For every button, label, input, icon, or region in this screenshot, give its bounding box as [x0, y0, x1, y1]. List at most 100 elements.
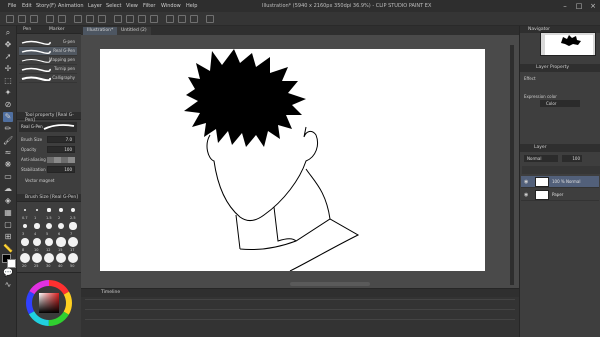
maximize-icon[interactable]: □	[574, 2, 584, 10]
anti-aliasing-selector[interactable]	[47, 157, 75, 163]
eraser-icon[interactable]: ▭	[3, 172, 13, 182]
opacity-field[interactable]: 100	[47, 146, 75, 153]
brush-size-dot[interactable]	[22, 223, 28, 229]
fill-icon[interactable]	[98, 15, 106, 23]
clear-icon[interactable]	[74, 15, 82, 23]
decoration-icon[interactable]: ❋	[3, 160, 13, 170]
navigator-preview[interactable]	[540, 32, 596, 56]
transform-icon[interactable]	[114, 15, 122, 23]
opacity-row[interactable]: Opacity 100	[19, 146, 79, 154]
vector-magnet-row[interactable]: Vector magnet	[19, 177, 79, 185]
deselect-icon[interactable]	[126, 15, 134, 23]
brush-item[interactable]: Turnip pen	[19, 65, 77, 74]
brush-item[interactable]: Real G-Pen	[19, 47, 77, 56]
brush-size-dot[interactable]	[44, 253, 54, 263]
menu-select[interactable]: Select	[106, 3, 121, 9]
menu-help[interactable]: Help	[186, 3, 197, 9]
anti-aliasing-row[interactable]: Anti-aliasing	[19, 156, 79, 164]
brush-size-dot[interactable]	[24, 209, 26, 211]
menu-animation[interactable]: Animation	[58, 3, 84, 9]
clear-outside-icon[interactable]	[86, 15, 94, 23]
brush-size-dot[interactable]	[56, 253, 66, 263]
snap-special-ruler-icon[interactable]	[178, 15, 186, 23]
brush-size-dot[interactable]	[56, 237, 66, 247]
fill-bucket-icon[interactable]: ◈	[3, 196, 13, 206]
brush-size-dot[interactable]	[69, 222, 77, 230]
move-icon[interactable]: ✥	[3, 40, 13, 50]
minimize-icon[interactable]: –	[560, 2, 570, 10]
airbrush-icon[interactable]: ≈	[3, 148, 13, 158]
brush-size-dot[interactable]	[59, 208, 63, 212]
figure-icon[interactable]: ▢	[3, 220, 13, 230]
operation-icon[interactable]: ➚	[3, 52, 13, 62]
open-file-icon[interactable]	[18, 15, 26, 23]
eye-icon[interactable]: ◉	[524, 192, 528, 198]
menu-layer[interactable]: Layer	[88, 3, 102, 9]
brush-size-dot[interactable]	[57, 222, 65, 230]
stabilization-field[interactable]: 100	[47, 166, 75, 173]
sub-color-swatch[interactable]	[7, 259, 16, 268]
undo-icon[interactable]	[46, 15, 54, 23]
menu-window[interactable]: Window	[161, 3, 181, 9]
auto-select-icon[interactable]: ✦	[3, 88, 13, 98]
brush-size-dot[interactable]	[20, 253, 30, 263]
color-wheel[interactable]	[25, 279, 73, 327]
menu-view[interactable]: View	[126, 3, 138, 9]
gradient-icon[interactable]: ▦	[3, 208, 13, 218]
close-icon[interactable]: ×	[588, 2, 598, 10]
tab-pen[interactable]: Pen	[23, 27, 31, 32]
brush-item[interactable]: G-pen	[19, 38, 77, 47]
horizontal-scrollbar[interactable]	[290, 282, 370, 286]
new-file-icon[interactable]	[6, 15, 14, 23]
blend-mode-select[interactable]: Normal	[524, 155, 558, 162]
menu-story[interactable]: Story(F)	[36, 3, 56, 9]
brush-size-dot[interactable]	[21, 238, 29, 246]
brush-size-dot[interactable]	[32, 253, 42, 263]
eye-icon[interactable]: ◉	[524, 179, 528, 185]
brush-size-dot[interactable]	[68, 237, 78, 247]
ruler-icon[interactable]: 📏	[3, 244, 13, 254]
snap-grid-icon[interactable]	[190, 15, 198, 23]
zoom-icon[interactable]: ⌕	[3, 28, 13, 38]
brush-item[interactable]: Mapping pen	[19, 56, 77, 65]
brush-item[interactable]: Calligraphy	[19, 74, 77, 83]
layer-opacity-field[interactable]: 100	[562, 155, 582, 162]
layer-row[interactable]: ◉ Paper	[521, 189, 599, 201]
brush-tool-icon[interactable]: 🖌	[3, 136, 13, 146]
brush-size-dot[interactable]	[44, 237, 54, 247]
drawing-canvas[interactable]	[100, 49, 485, 272]
menu-filter[interactable]: Filter	[143, 3, 155, 9]
snap-ruler-icon[interactable]	[166, 15, 174, 23]
invert-selection-icon[interactable]	[138, 15, 146, 23]
blend-icon[interactable]: ☁	[3, 184, 13, 194]
brush-size-dot[interactable]	[34, 223, 40, 229]
brush-size-dot[interactable]	[35, 208, 39, 212]
brush-size-field[interactable]: 7.0	[47, 136, 75, 143]
expression-color-select[interactable]: Color	[540, 100, 580, 107]
selection-icon[interactable]: ⬚	[3, 76, 13, 86]
brush-size-dot[interactable]	[68, 253, 78, 263]
correct-line-icon[interactable]: ∿	[3, 280, 13, 290]
save-icon[interactable]	[30, 15, 38, 23]
frame-icon[interactable]: ⊞	[3, 232, 13, 242]
pen-tool-icon[interactable]: ✎	[3, 112, 13, 122]
menu-file[interactable]: File	[8, 3, 16, 9]
brush-size-dot[interactable]	[32, 237, 42, 247]
tab-marker[interactable]: Marker	[49, 27, 65, 32]
show-selection-icon[interactable]	[150, 15, 158, 23]
brush-size-dot[interactable]	[46, 223, 52, 229]
tool-settings-icon[interactable]	[206, 15, 214, 23]
move-layer-icon[interactable]: ✢	[3, 64, 13, 74]
brush-size-dot[interactable]	[47, 208, 51, 212]
balloon-icon[interactable]: 💬	[3, 268, 13, 278]
tab-illustration[interactable]: Illustration*	[83, 27, 118, 35]
menu-edit[interactable]: Edit	[22, 3, 32, 9]
eyedropper-icon[interactable]: ⊘	[3, 100, 13, 110]
layer-row[interactable]: ◉ 100 % Normal	[521, 176, 599, 188]
vertical-scrollbar[interactable]	[510, 45, 514, 285]
brush-size-dot[interactable]	[70, 207, 76, 213]
stabilization-row[interactable]: Stabilization 100	[19, 166, 79, 174]
pencil-tool-icon[interactable]: ✏	[3, 124, 13, 134]
tab-untitled[interactable]: Untitled (2)	[117, 27, 151, 35]
brush-size-row[interactable]: Brush Size 7.0	[19, 136, 79, 144]
